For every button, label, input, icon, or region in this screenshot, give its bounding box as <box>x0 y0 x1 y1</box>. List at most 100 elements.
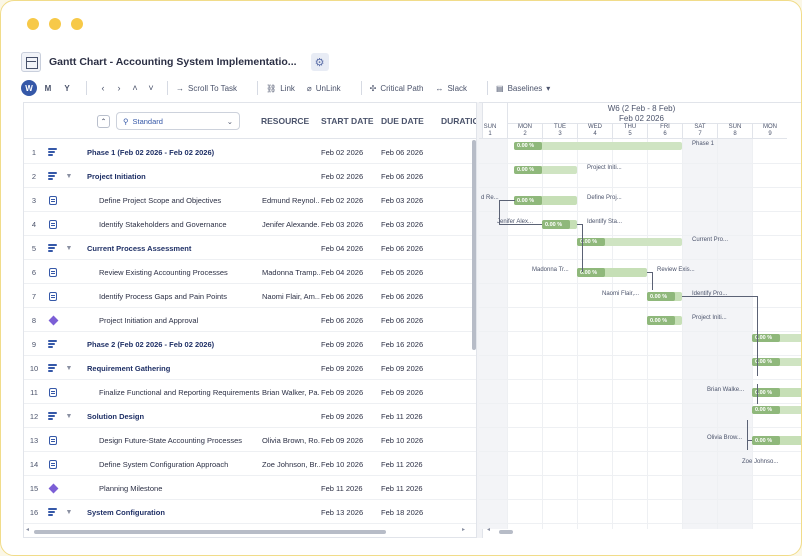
chevron-up-icon[interactable]: ˄ <box>127 83 143 93</box>
task-name[interactable]: Design Future-State Accounting Processes <box>99 428 261 452</box>
table-row[interactable]: 9 Phase 2 (Feb 02 2026 - Feb 02 2026) Feb … <box>24 332 479 356</box>
task-resource[interactable] <box>262 476 320 500</box>
task-due-date[interactable]: Feb 16 2026 <box>381 332 441 356</box>
group-summary-bar[interactable]: 0.00 % <box>752 406 801 414</box>
task-due-date[interactable]: Feb 11 2026 <box>381 476 441 500</box>
task-start-date[interactable]: Feb 13 2026 <box>321 500 379 524</box>
link-button[interactable]: ⛓ Link <box>266 84 295 93</box>
column-header-duration[interactable]: DURATION <box>441 103 479 139</box>
task-start-date[interactable]: Feb 04 2026 <box>321 260 379 284</box>
maximize-window-dot[interactable] <box>71 18 83 30</box>
table-row[interactable]: 14 Define System Configuration Approach Zo… <box>24 452 479 476</box>
task-due-date[interactable]: Feb 06 2026 <box>381 236 441 260</box>
task-start-date[interactable]: Feb 06 2026 <box>321 308 379 332</box>
task-resource[interactable] <box>262 140 320 164</box>
task-name[interactable]: Define System Configuration Approach <box>99 452 261 476</box>
task-resource[interactable]: Zoe Johnson, Br... <box>262 452 320 476</box>
task-start-date[interactable]: Feb 09 2026 <box>321 404 379 428</box>
phase-summary-bar[interactable]: 0.00 % <box>514 142 682 150</box>
collapse-caret-icon[interactable]: ▼ <box>64 164 74 188</box>
task-due-date[interactable]: Feb 09 2026 <box>381 356 441 380</box>
collapse-caret-icon[interactable]: ▼ <box>64 356 74 380</box>
task-name[interactable]: Current Process Assessment <box>87 236 259 260</box>
task-name[interactable]: Review Existing Accounting Processes <box>99 260 261 284</box>
task-name[interactable]: Requirement Gathering <box>87 356 259 380</box>
task-due-date[interactable]: Feb 11 2026 <box>381 452 441 476</box>
task-resource[interactable]: Naomi Flair, Am... <box>262 284 320 308</box>
task-name[interactable]: Planning Milestone <box>99 476 261 500</box>
minimize-window-dot[interactable] <box>49 18 61 30</box>
view-selector-dropdown[interactable]: ⚲ Standard ⌄ <box>116 112 240 130</box>
table-row[interactable]: 1 Phase 1 (Feb 02 2026 - Feb 02 2026) Feb … <box>24 140 479 164</box>
task-due-date[interactable]: Feb 06 2026 <box>381 308 441 332</box>
task-bar[interactable]: 0.00 % <box>577 268 647 277</box>
task-resource[interactable] <box>262 500 320 524</box>
collapse-caret-icon[interactable]: ▼ <box>64 404 74 428</box>
task-resource[interactable]: Madonna Tramp... <box>262 260 320 284</box>
task-resource[interactable] <box>262 308 320 332</box>
table-row[interactable]: 2 ▼ Project Initiation Feb 02 2026 Feb 06 20… <box>24 164 479 188</box>
task-start-date[interactable]: Feb 02 2026 <box>321 164 379 188</box>
task-start-date[interactable]: Feb 06 2026 <box>321 284 379 308</box>
table-row[interactable]: 10 ▼ Requirement Gathering Feb 09 2026 Feb 0… <box>24 356 479 380</box>
task-due-date[interactable]: Feb 06 2026 <box>381 164 441 188</box>
task-resource[interactable] <box>262 356 320 380</box>
table-row[interactable]: 15 Planning Milestone Feb 11 2026 Feb 11 20… <box>24 476 479 500</box>
task-bar[interactable]: 0.00 % <box>752 436 801 445</box>
task-resource[interactable]: Jenifer Alexande... <box>262 212 320 236</box>
task-start-date[interactable]: Feb 09 2026 <box>321 428 379 452</box>
phase-summary-bar[interactable]: 0.00 % <box>752 334 801 342</box>
task-bar[interactable]: 0.00 % <box>647 292 682 301</box>
task-resource[interactable] <box>262 236 320 260</box>
expand-collapse-all-icon[interactable]: ⌃ <box>97 115 110 128</box>
chevron-left-icon[interactable]: ‹ <box>95 83 111 93</box>
column-header-start-date[interactable]: START DATE <box>321 103 374 139</box>
column-header-resource[interactable]: RESOURCE <box>261 103 309 139</box>
table-row[interactable]: 11 Finalize Functional and Reporting Requ… <box>24 380 479 404</box>
task-resource[interactable]: Olivia Brown, Ro... <box>262 428 320 452</box>
close-window-dot[interactable] <box>27 18 39 30</box>
column-header-due-date[interactable]: DUE DATE <box>381 103 424 139</box>
critical-path-button[interactable]: ✣ Critical Path <box>370 84 424 93</box>
task-resource[interactable]: Edmund Reynol... <box>262 188 320 212</box>
baselines-dropdown[interactable]: ▤ Baselines ▾ <box>496 84 550 93</box>
task-name[interactable]: Project Initiation <box>87 164 259 188</box>
collapse-caret-icon[interactable]: ▼ <box>64 500 74 524</box>
task-due-date[interactable]: Feb 03 2026 <box>381 188 441 212</box>
task-due-date[interactable]: Feb 05 2026 <box>381 260 441 284</box>
task-name[interactable]: Project Initiation and Approval <box>99 308 261 332</box>
task-resource[interactable] <box>262 332 320 356</box>
task-name[interactable]: Define Project Scope and Objectives <box>99 188 261 212</box>
task-due-date[interactable]: Feb 06 2026 <box>381 284 441 308</box>
scroll-left-icon[interactable]: ◂ <box>487 526 490 533</box>
unlink-button[interactable]: ⌀ UnLink <box>307 84 341 93</box>
task-due-date[interactable]: Feb 03 2026 <box>381 212 441 236</box>
table-row[interactable]: 8 Project Initiation and Approval Feb 06 2… <box>24 308 479 332</box>
task-name[interactable]: Solution Design <box>87 404 259 428</box>
collapse-caret-icon[interactable]: ▼ <box>64 236 74 260</box>
task-resource[interactable] <box>262 164 320 188</box>
task-name[interactable]: Identify Process Gaps and Pain Points <box>99 284 261 308</box>
table-row[interactable]: 3 Define Project Scope and Objectives Edmu… <box>24 188 479 212</box>
group-summary-bar[interactable]: 0.00 % <box>752 358 801 366</box>
task-name[interactable]: Phase 1 (Feb 02 2026 - Feb 02 2026) <box>87 140 259 164</box>
task-resource[interactable]: Brian Walker, Pa... <box>262 380 320 404</box>
table-row[interactable]: 12 ▼ Solution Design Feb 09 2026 Feb 11 2026 <box>24 404 479 428</box>
task-bar[interactable]: 0.00 % <box>514 196 577 205</box>
group-summary-bar[interactable]: 0.00 % <box>514 166 577 174</box>
task-start-date[interactable]: Feb 02 2026 <box>321 188 379 212</box>
grid-horizontal-scrollbar[interactable] <box>34 530 386 534</box>
chevron-right-icon[interactable]: › <box>111 83 127 93</box>
scroll-left-icon[interactable]: ◂ <box>26 526 29 533</box>
table-row[interactable]: 13 Design Future-State Accounting Process… <box>24 428 479 452</box>
task-start-date[interactable]: Feb 09 2026 <box>321 380 379 404</box>
view-month-button[interactable]: M <box>40 80 56 96</box>
task-due-date[interactable]: Feb 10 2026 <box>381 428 441 452</box>
group-summary-bar[interactable]: 0.00 % <box>577 238 682 246</box>
table-row[interactable]: 16 ▼ System Configuration Feb 13 2026 Feb 18… <box>24 500 479 524</box>
table-row[interactable]: 7 Identify Process Gaps and Pain Points Na… <box>24 284 479 308</box>
gantt-horizontal-scrollbar[interactable] <box>499 530 513 534</box>
task-due-date[interactable]: Feb 18 2026 <box>381 500 441 524</box>
table-row[interactable]: 5 ▼ Current Process Assessment Feb 04 2026 F… <box>24 236 479 260</box>
task-start-date[interactable]: Feb 04 2026 <box>321 236 379 260</box>
